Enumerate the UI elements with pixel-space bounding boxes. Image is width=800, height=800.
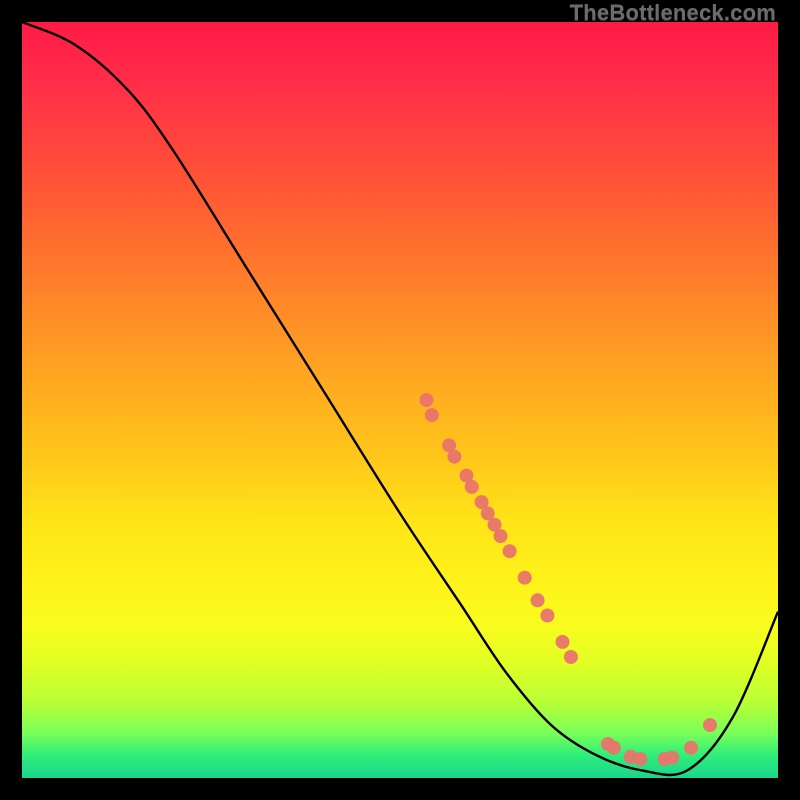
bottleneck-curve-svg	[22, 22, 778, 778]
data-marker	[494, 529, 508, 543]
data-marker	[665, 751, 679, 765]
plot-area	[22, 22, 778, 778]
data-marker	[420, 393, 434, 407]
data-marker	[531, 593, 545, 607]
data-marker	[465, 480, 479, 494]
data-marker	[556, 635, 570, 649]
data-marker	[703, 718, 717, 732]
data-marker	[540, 609, 554, 623]
chart-frame: TheBottleneck.com	[0, 0, 800, 800]
data-marker	[503, 544, 517, 558]
data-marker	[425, 408, 439, 422]
data-marker	[518, 571, 532, 585]
data-marker	[447, 450, 461, 464]
watermark-label: TheBottleneck.com	[570, 0, 776, 26]
data-marker	[607, 741, 621, 755]
bottleneck-curve	[22, 22, 778, 775]
data-marker	[564, 650, 578, 664]
data-marker	[633, 752, 647, 766]
data-marker	[684, 741, 698, 755]
